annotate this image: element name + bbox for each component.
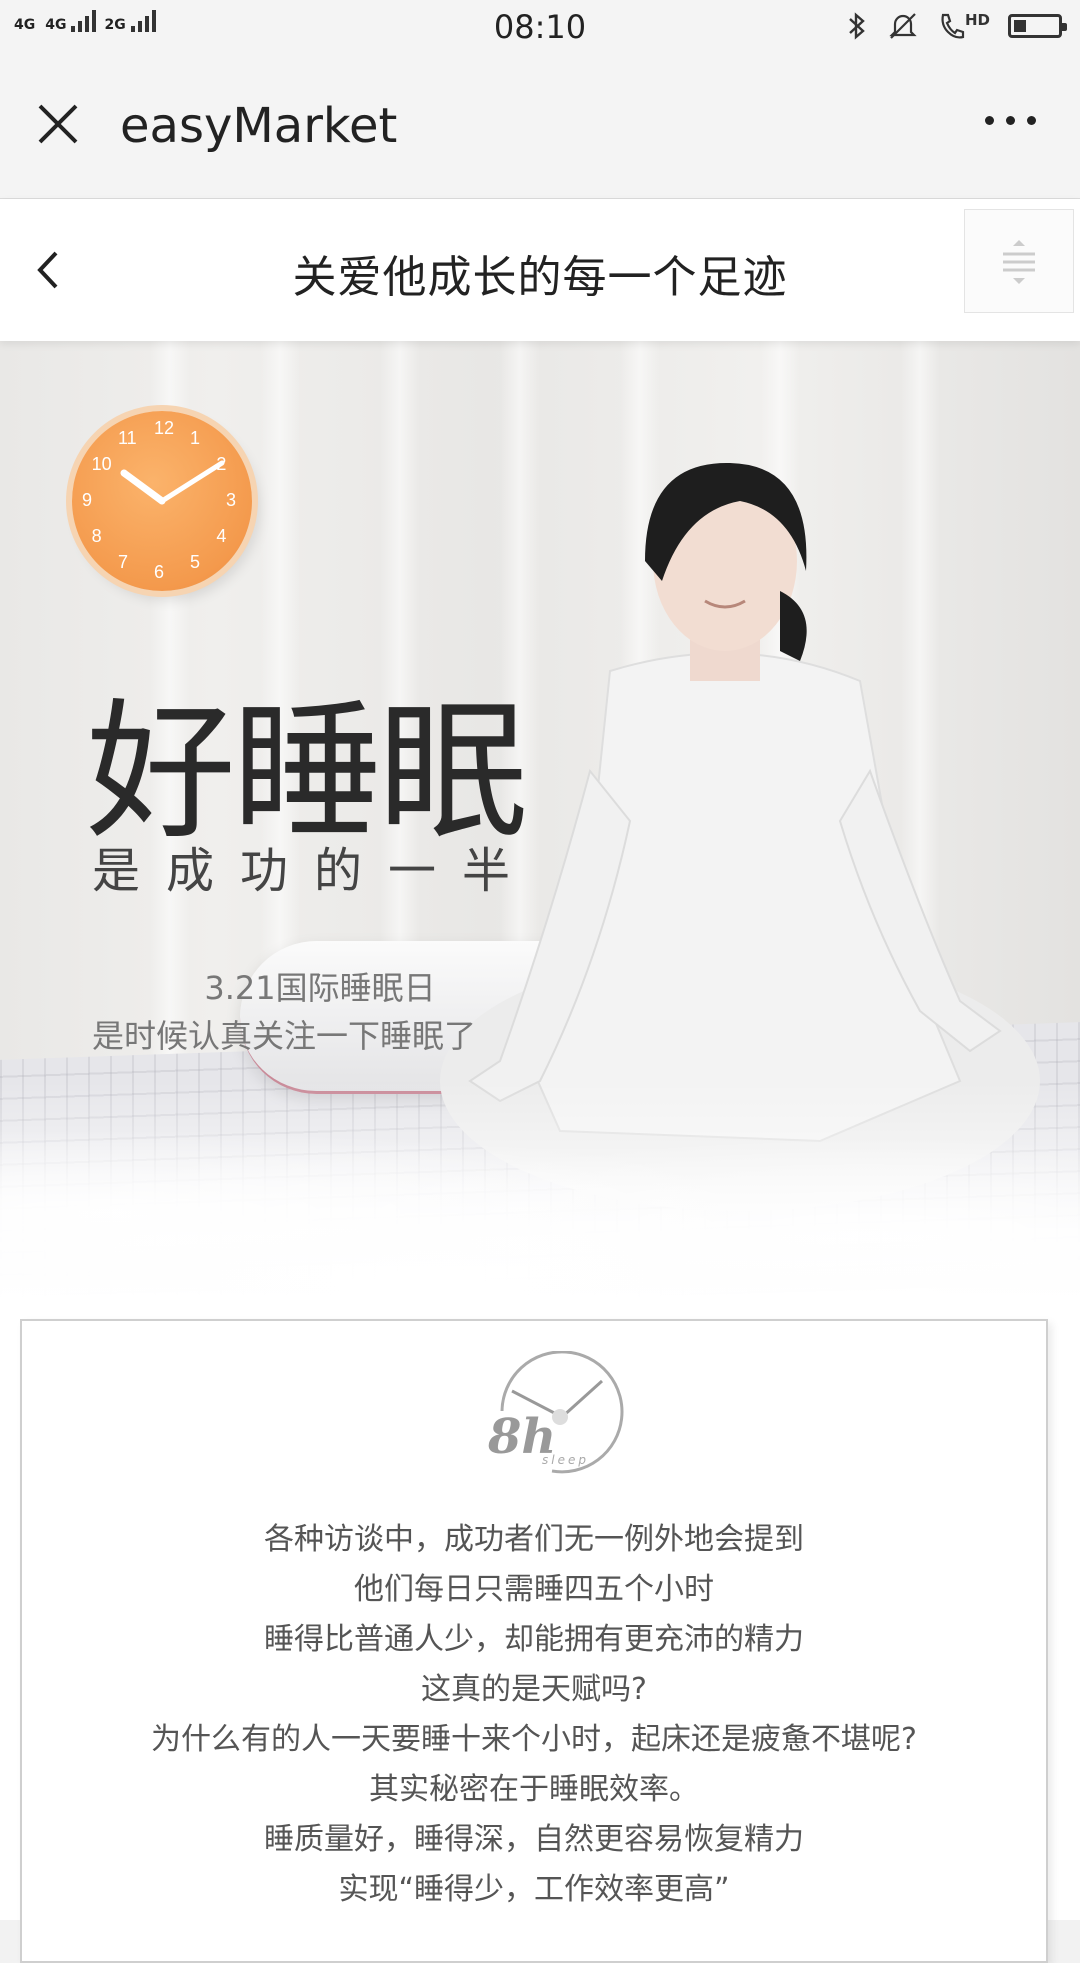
description-line: 其实秘密在于睡眠效率。	[369, 1772, 699, 1807]
scroll-indicator-icon	[1003, 240, 1035, 284]
description-line: 他们每日只需睡四五个小时	[354, 1572, 714, 1607]
app-bar: easyMarket	[0, 58, 1080, 199]
clock-number: 5	[190, 552, 201, 573]
clock-number: 8	[91, 526, 102, 546]
clock-number: 4	[216, 526, 227, 546]
hero-subheadline: 是成功的一半	[92, 843, 537, 899]
content-card: 8h sleep 各种访谈中，成功者们无一例外地会提到 他们每日只需睡四五个小时…	[20, 1319, 1048, 1963]
battery-icon	[1008, 14, 1067, 38]
app-title: easyMarket	[120, 98, 398, 154]
wall-clock-image: 12 1 2 3 4 5 6 7 8 9 10 11	[72, 411, 252, 591]
bluetooth-icon	[849, 12, 865, 40]
status-bar: 4G 4G 2G 08:10 HD	[0, 0, 1080, 58]
description-line: 睡得比普通人少，却能拥有更充沛的精力	[264, 1622, 804, 1657]
page-title: 关爱他成长的每一个足迹	[292, 252, 788, 303]
description-line: 实现“睡得少，工作效率更高”	[338, 1872, 730, 1907]
clock-number: 2	[216, 454, 227, 474]
clock-number: 9	[82, 490, 93, 510]
logo-subtext: sleep	[542, 1453, 589, 1467]
scroll-handle[interactable]	[964, 209, 1074, 313]
page-header: 关爱他成长的每一个足迹	[0, 199, 1080, 341]
hd-call-icon: HD	[937, 11, 990, 41]
sleep-8h-logo: 8h sleep	[462, 1350, 632, 1481]
hero-tag-line: 是时候认真关注一下睡眠了	[92, 1017, 477, 1055]
clouds-overlay	[0, 1081, 1080, 1301]
clock-number: 11	[118, 427, 137, 448]
hd-badge: HD	[964, 11, 990, 29]
description-line: 这真的是天赋吗?	[421, 1672, 647, 1707]
clock-number: 7	[118, 552, 129, 573]
clock-number: 12	[154, 418, 175, 438]
bell-muted-icon	[889, 13, 917, 39]
status-icons: HD	[845, 10, 1067, 42]
hero-date-line: 3.21国际睡眠日	[204, 969, 436, 1007]
clock-number: 6	[154, 562, 165, 582]
clock-number: 1	[190, 427, 201, 448]
more-options-icon[interactable]	[985, 116, 1036, 125]
description-line: 为什么有的人一天要睡十来个小时，起床还是疲惫不堪呢?	[151, 1722, 917, 1757]
description-paragraph: 各种访谈中，成功者们无一例外地会提到 他们每日只需睡四五个小时 睡得比普通人少，…	[22, 1515, 1046, 1915]
content-section: 8h sleep 各种访谈中，成功者们无一例外地会提到 他们每日只需睡四五个小时…	[0, 1301, 1080, 1963]
clock-number: 10	[91, 454, 112, 474]
clock-number: 3	[226, 490, 237, 510]
description-line: 各种访谈中，成功者们无一例外地会提到	[264, 1522, 804, 1557]
close-icon[interactable]	[34, 100, 82, 148]
description-line: 睡质量好，睡得深，自然更容易恢复精力	[264, 1822, 804, 1857]
hero-banner: 12 1 2 3 4 5 6 7 8 9 10 11 好睡眠 是成功的一半 3.21国际睡眠日 是时候…	[0, 341, 1080, 1301]
